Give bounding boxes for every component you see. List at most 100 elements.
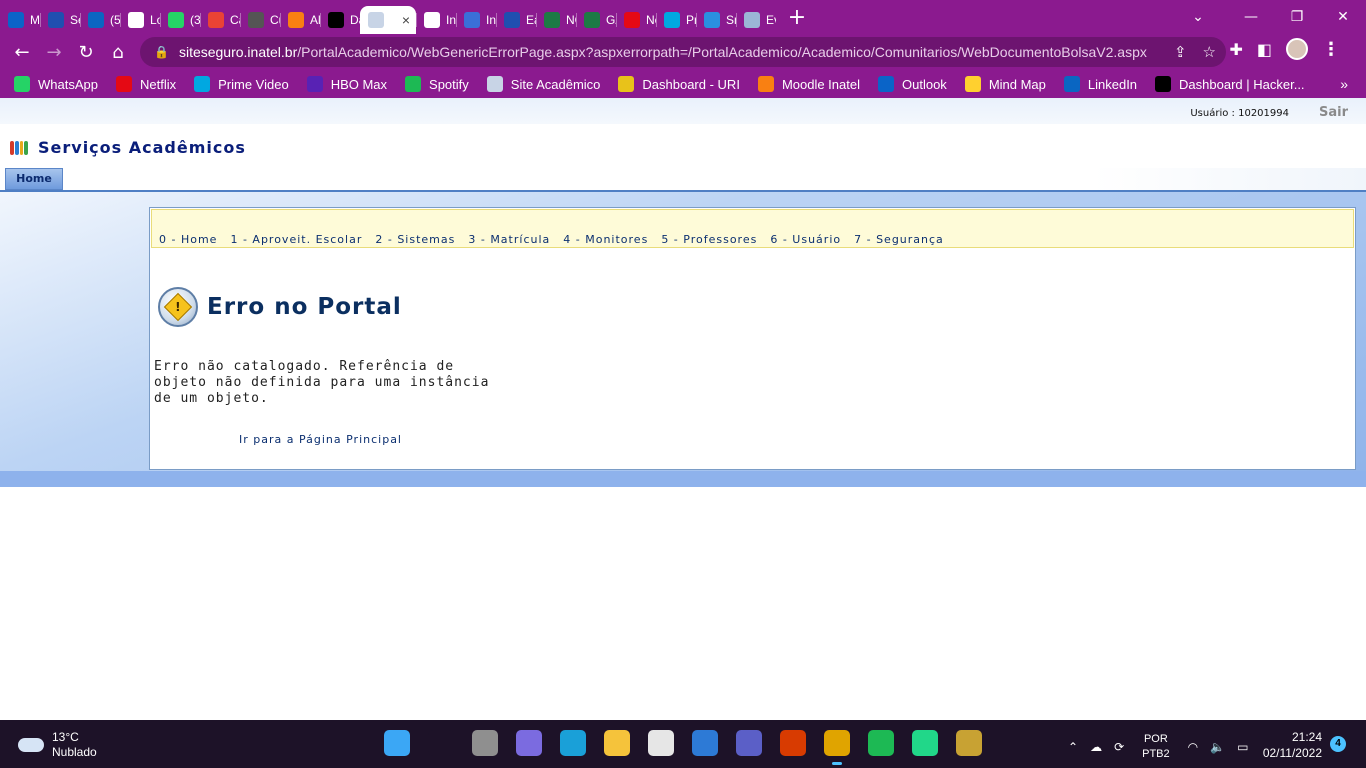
tab-title: NO [566,13,576,27]
gmail-icon [208,12,224,28]
logout-link[interactable]: Sair [1319,105,1348,120]
linkedin-icon [88,12,104,28]
back-icon[interactable]: ← [6,42,38,63]
share-icon[interactable]: ⇪ [1174,43,1187,61]
quick-nav-item[interactable]: 4 - Monitores [563,233,648,246]
edge-icon[interactable] [560,730,586,756]
sync-icon[interactable]: ⟳ [1114,740,1124,754]
reload-icon[interactable]: ↻ [70,42,102,63]
browser-tab[interactable]: Ina [456,6,496,34]
quick-nav-item[interactable]: 6 - Usuário [770,233,841,246]
profile-avatar[interactable] [1286,38,1308,60]
bookmark-item[interactable]: Site Acadêmico [486,76,600,92]
browser-tab[interactable]: Eve [736,6,776,34]
lock-icon[interactable]: 🔒 [154,45,169,59]
minimize-icon[interactable]: — [1228,9,1274,25]
bookmark-item[interactable]: WhatsApp [14,76,98,92]
start-icon[interactable] [384,730,410,756]
chevron-up-icon[interactable]: ⌃ [1068,740,1078,754]
onedrive-icon[interactable]: ☁ [1090,740,1102,754]
tab-title: Eve [766,13,776,27]
pycharm-icon[interactable] [912,730,938,756]
bookmark-item[interactable]: Dashboard | Hacker... [1155,76,1305,92]
bookmark-label: LinkedIn [1087,76,1138,92]
bookmark-item[interactable]: Dashboard - URI [618,76,740,92]
restore-icon[interactable]: ❐ [1274,9,1320,25]
browser-tab[interactable]: GA [576,6,616,34]
tab-title: Ser [70,13,80,27]
store-icon[interactable] [648,730,674,756]
quick-nav-item[interactable]: 3 - Matrícula [468,233,550,246]
quick-nav-item[interactable]: 0 - Home [159,233,217,246]
file-explorer-icon[interactable] [604,730,630,756]
home-tab[interactable]: Home [5,168,63,190]
taskview-icon[interactable] [472,730,498,756]
bookmark-item[interactable]: Outlook [878,76,947,92]
tab-title: Net [646,13,656,27]
weather-widget[interactable]: 13°C Nublado [18,730,97,760]
close-window-icon[interactable]: ✕ [1320,9,1366,25]
browser-tab[interactable]: Das [320,6,360,34]
bookmark-item[interactable]: Netflix [115,76,176,92]
teams-chat-icon[interactable] [516,730,542,756]
weather-desc: Nublado [52,745,97,759]
game-icon[interactable] [956,730,982,756]
url-path: /PortalAcademico/WebGenericErrorPage.asp… [297,44,1147,60]
battery-icon[interactable]: ▭ [1237,740,1248,754]
tab-search-icon[interactable]: ⌄ [1178,9,1218,25]
teams-icon[interactable] [736,730,762,756]
browser-tab[interactable]: (5) [80,6,120,34]
browser-tab[interactable]: Alg [280,6,320,34]
browser-tab[interactable]: Ser [40,6,80,34]
bookmark-item[interactable]: Spotify [405,76,469,92]
main-page-link[interactable]: Ir para a Página Principal [239,433,402,446]
quick-nav-item[interactable]: 7 - Segurança [854,233,944,246]
home-icon[interactable]: ⌂ [102,42,134,63]
mail-icon[interactable] [692,730,718,756]
office-icon[interactable] [780,730,806,756]
language-code: POR [1143,733,1168,745]
browser-tab[interactable]: Inat [416,6,456,34]
chrome-icon[interactable] [824,730,850,765]
bookmark-item[interactable]: Mind Map [964,76,1046,92]
browser-tab[interactable]: Log [120,6,160,34]
clock[interactable]: 21:24 02/11/2022 [1263,729,1322,761]
camera-icon [464,12,480,28]
menu-dots-icon[interactable]: ⋮ [1322,39,1340,60]
bookmark-star-icon[interactable]: ☆ [1203,43,1216,61]
address-bar[interactable]: 🔒 siteseguro.inatel.br/PortalAcademico/W… [140,37,1226,67]
browser-tab[interactable]: NO [536,6,576,34]
language-indicator[interactable]: POR PTB2 [1142,732,1170,762]
bookmark-item[interactable]: HBO Max [306,76,387,92]
bookmark-label: Mind Map [988,76,1046,92]
quick-nav-item[interactable]: 1 - Aproveit. Escolar [230,233,362,246]
browser-tab[interactable]: Ma [0,6,40,34]
quick-nav-item[interactable]: 5 - Professores [661,233,757,246]
bookmark-item[interactable]: Prime Video [194,76,289,92]
browser-tab[interactable]: (3) [160,6,200,34]
side-panel-icon[interactable]: ◧ [1257,40,1272,59]
browser-tab[interactable]: Prim [656,6,696,34]
bookmarks-more-icon[interactable]: » [1340,76,1348,92]
portal-page: Usuário : 10201994 Sair Serviços Acadêmi… [0,98,1366,720]
wifi-icon[interactable]: ◠ [1188,740,1198,754]
app-title: Serviços Acadêmicos [38,138,246,157]
browser-tab[interactable]: Cai [200,6,240,34]
search-icon[interactable] [428,730,454,756]
browser-tab[interactable]: Net [616,6,656,34]
browser-tab[interactable]: Cur [240,6,280,34]
whatsapp-icon [14,76,30,92]
forward-icon[interactable]: → [38,42,70,63]
volume-icon[interactable]: 🔈 [1210,740,1225,754]
bookmark-item[interactable]: Moodle Inatel [757,76,860,92]
tab-active[interactable]: × [360,6,416,34]
bookmark-item[interactable]: LinkedIn [1063,76,1138,92]
browser-tab[interactable]: EaD [496,6,536,34]
browser-tab[interactable]: Sm [696,6,736,34]
spotify-icon[interactable] [868,730,894,756]
close-tab-icon[interactable]: × [402,12,410,28]
notification-badge[interactable]: 4 [1330,736,1346,752]
extensions-icon[interactable]: ✚ [1229,40,1242,59]
new-tab-icon[interactable]: + [780,5,814,30]
quick-nav-item[interactable]: 2 - Sistemas [375,233,455,246]
